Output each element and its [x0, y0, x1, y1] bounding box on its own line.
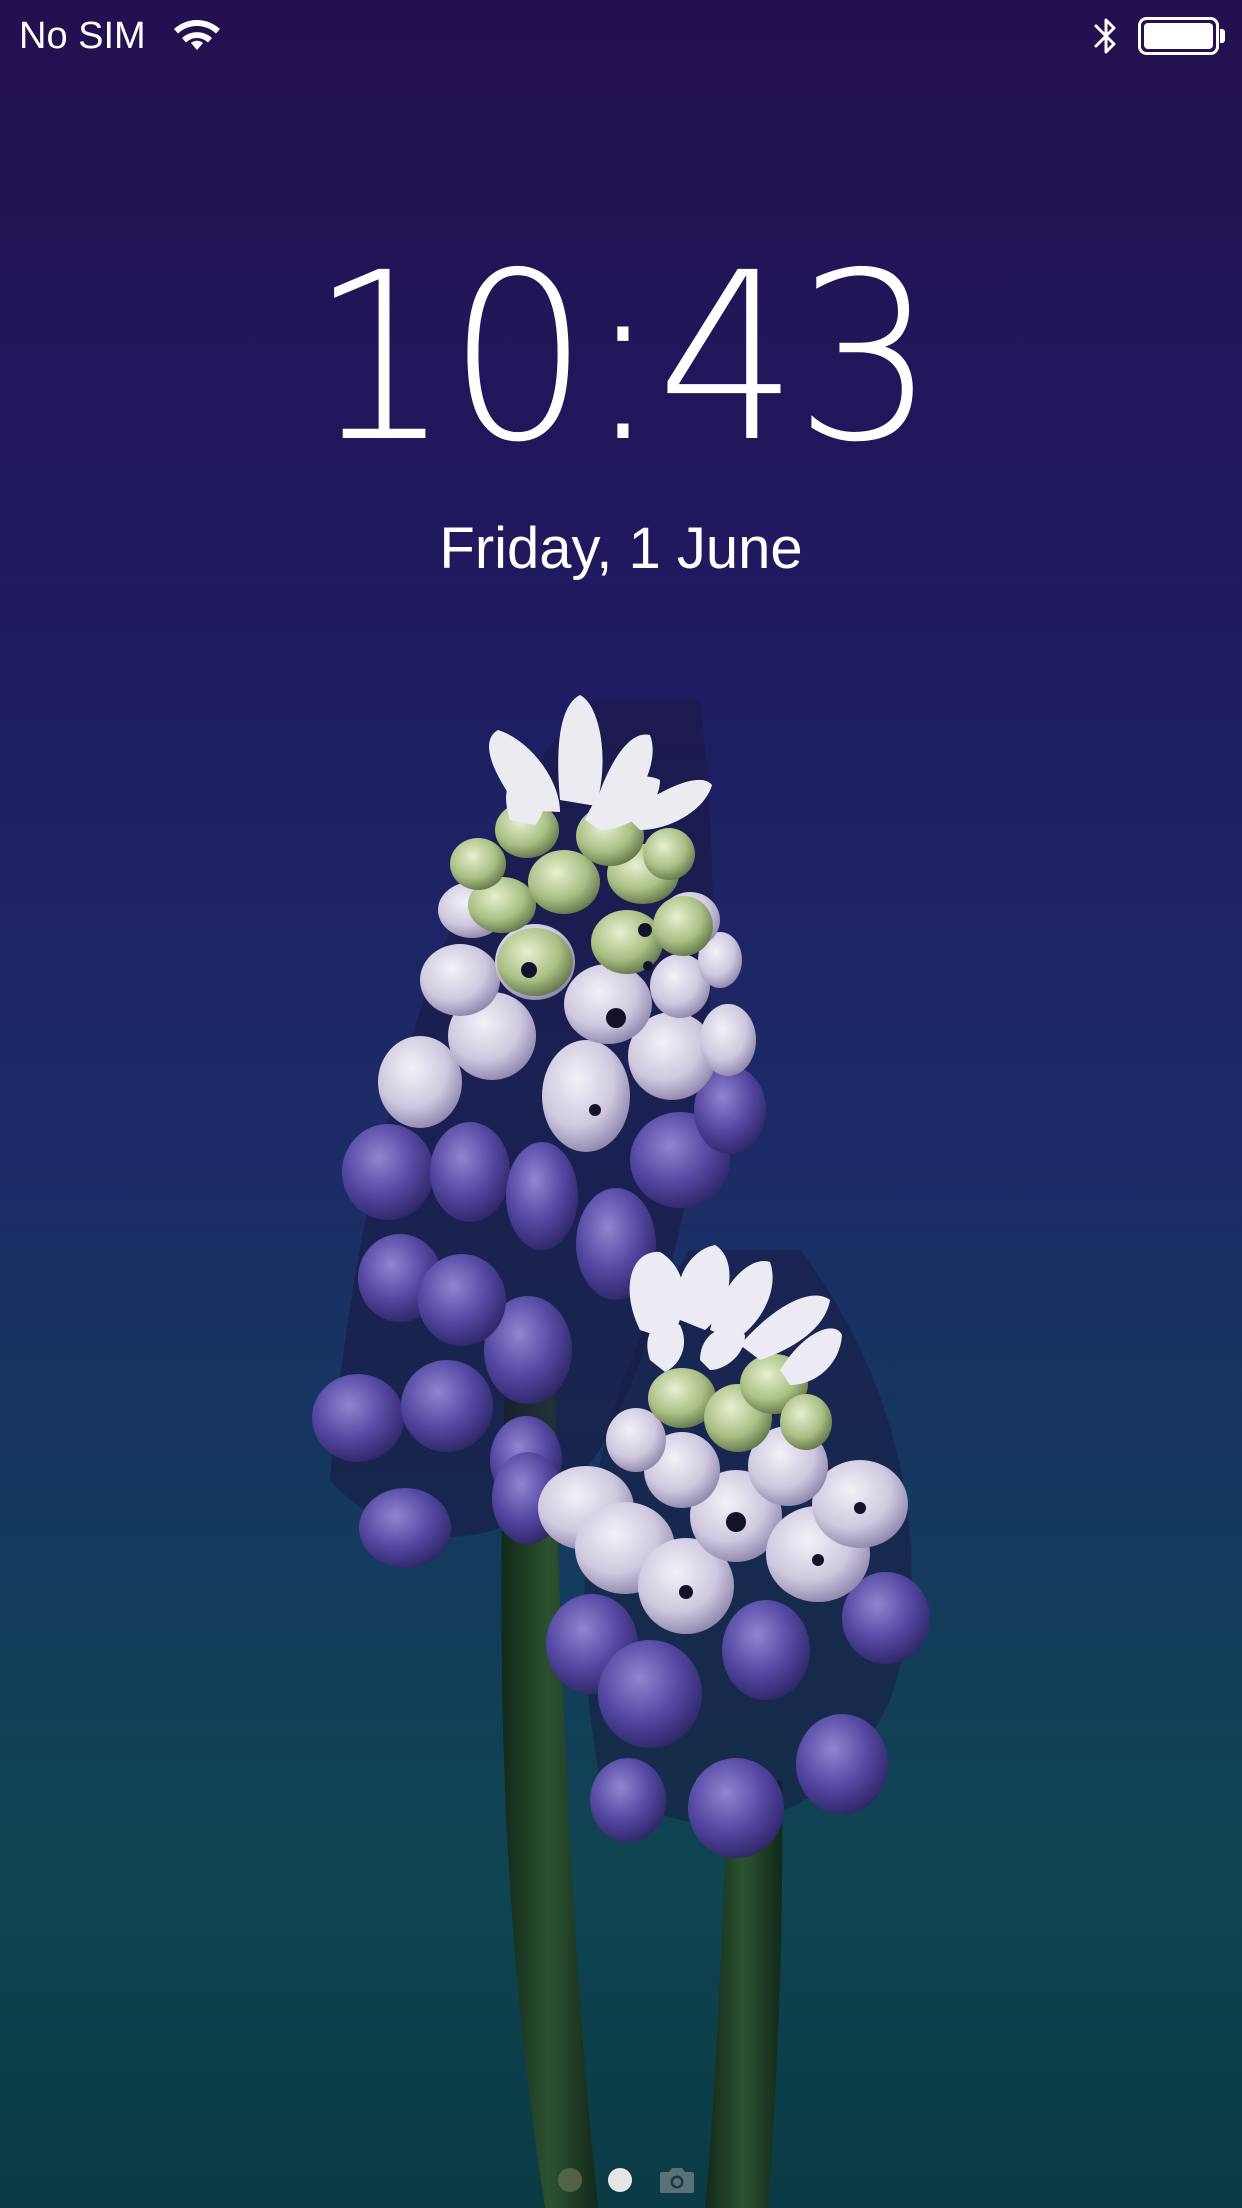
- battery-icon: [1138, 17, 1225, 55]
- bluetooth-icon: [1094, 18, 1116, 54]
- carrier-label: No SIM: [19, 15, 146, 57]
- wifi-icon: [174, 20, 220, 50]
- lock-date: Friday, 1 June: [439, 516, 803, 581]
- page-dot-lock[interactable]: [608, 2168, 632, 2192]
- lock-clock: 10:43: [309, 223, 936, 493]
- status-bar: No SIM: [0, 0, 1242, 72]
- page-indicator[interactable]: [0, 2158, 1242, 2198]
- camera-icon[interactable]: [659, 2166, 695, 2194]
- lock-screen[interactable]: No SIM 10:43 Friday, 1 June: [0, 0, 1242, 2208]
- page-dot-notifications[interactable]: [558, 2168, 582, 2192]
